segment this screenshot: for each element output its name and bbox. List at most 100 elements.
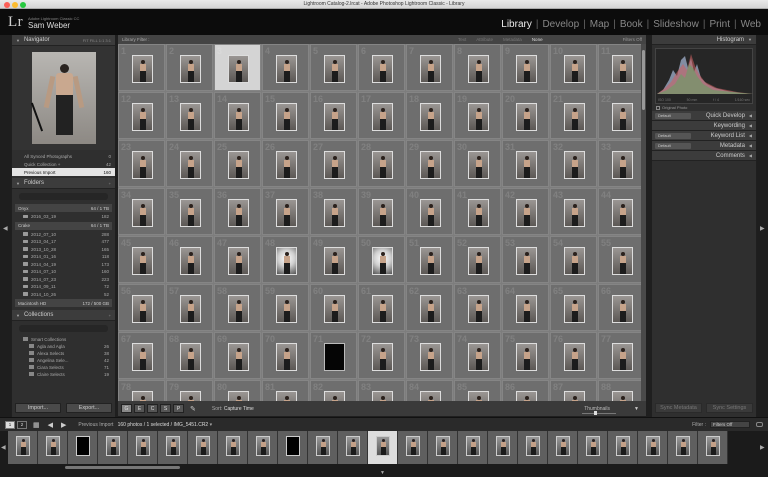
grid-cell[interactable]: 80	[214, 380, 261, 401]
photo-thumbnail[interactable]	[516, 151, 537, 179]
filmstrip-source[interactable]: Previous Import 160 photos / 1 selected …	[78, 422, 212, 428]
photo-thumbnail[interactable]	[516, 343, 537, 371]
back-arrow-icon[interactable]: ◀	[48, 421, 53, 429]
filmstrip-thumbnail[interactable]	[316, 436, 330, 456]
module-map[interactable]: Map	[587, 19, 612, 30]
filmstrip-thumbnail[interactable]	[346, 436, 360, 456]
grid-cell[interactable]: 81	[262, 380, 309, 401]
add-collection-icon[interactable]: +	[109, 313, 111, 318]
photo-thumbnail[interactable]	[228, 295, 249, 323]
preset-select[interactable]: Default	[655, 133, 691, 139]
photo-thumbnail[interactable]	[228, 391, 249, 401]
filters-off-select[interactable]: Filters Off	[623, 37, 642, 42]
filter-option-none[interactable]: None	[532, 37, 543, 42]
grid-cell[interactable]: 16	[310, 92, 357, 139]
folder-item[interactable]: 2014_07_10 160	[15, 268, 112, 276]
grid-view-icon[interactable]: ▦	[33, 421, 40, 429]
filmstrip-cell[interactable]	[158, 431, 188, 464]
grid-cell[interactable]: 32	[550, 140, 597, 187]
photo-thumbnail[interactable]	[372, 103, 393, 131]
photo-thumbnail[interactable]	[324, 151, 345, 179]
filmstrip-left-arrow-icon[interactable]: ◀	[1, 444, 6, 451]
folders-header[interactable]: ▼ Folders +	[12, 178, 115, 189]
filmstrip-cell[interactable]	[488, 431, 518, 464]
filmstrip-cell[interactable]	[68, 431, 98, 464]
original-photo-checkbox[interactable]: Original Photo	[652, 104, 756, 111]
grid-cell[interactable]: 77	[598, 332, 645, 379]
photo-thumbnail[interactable]	[132, 295, 153, 323]
grid-cell[interactable]: 43	[550, 188, 597, 235]
grid-cell[interactable]: 45	[118, 236, 165, 283]
grid-cell[interactable]: 24	[166, 140, 213, 187]
collection-item[interactable]: Angelina Sele... 42	[15, 357, 112, 364]
photo-thumbnail[interactable]	[324, 343, 345, 371]
photo-thumbnail[interactable]	[564, 151, 585, 179]
grid-cell[interactable]: 66	[598, 284, 645, 331]
folder-item[interactable]: 2014_04_19 173	[15, 261, 112, 269]
grid-cell[interactable]: 18	[406, 92, 453, 139]
photo-thumbnail[interactable]	[276, 295, 297, 323]
photo-thumbnail[interactable]	[516, 199, 537, 227]
grid-cell[interactable]: 4	[262, 44, 309, 91]
filmstrip-thumbnail[interactable]	[76, 436, 90, 456]
filmstrip-cell[interactable]	[308, 431, 338, 464]
filmstrip-cell[interactable]	[248, 431, 278, 464]
collections-header[interactable]: ▼ Collections +	[12, 310, 115, 321]
volume-header[interactable]: Onyx 64 / 1 TB	[15, 204, 112, 212]
grid-cell[interactable]: 50	[358, 236, 405, 283]
filter-toggle[interactable]	[756, 422, 763, 427]
filmstrip-scrollbar[interactable]	[65, 466, 180, 469]
grid-cell[interactable]: 74	[454, 332, 501, 379]
filmstrip-thumbnail[interactable]	[196, 436, 210, 456]
grid-cell[interactable]: 39	[358, 188, 405, 235]
folder-item[interactable]: 2014_09_11 72	[15, 283, 112, 291]
photo-thumbnail[interactable]	[228, 151, 249, 179]
import-button[interactable]: Import...	[15, 403, 61, 413]
filmstrip-thumbnail[interactable]	[46, 436, 60, 456]
grid-cell[interactable]: 75	[502, 332, 549, 379]
filmstrip-thumbnail[interactable]	[646, 436, 660, 456]
filmstrip-thumbnail[interactable]	[256, 436, 270, 456]
photo-thumbnail[interactable]	[324, 295, 345, 323]
photo-thumbnail[interactable]	[372, 247, 393, 275]
photo-thumbnail[interactable]	[324, 55, 345, 83]
filmstrip-cell[interactable]	[218, 431, 248, 464]
grid-cell[interactable]: 55	[598, 236, 645, 283]
grid-cell[interactable]: 78	[118, 380, 165, 401]
grid-cell[interactable]: 59	[262, 284, 309, 331]
grid-cell[interactable]: 34	[118, 188, 165, 235]
photo-thumbnail[interactable]	[180, 103, 201, 131]
folder-item[interactable]: 2013_04_17 477	[15, 238, 112, 246]
grid-cell[interactable]: 22	[598, 92, 645, 139]
photo-thumbnail[interactable]	[276, 391, 297, 401]
photo-thumbnail[interactable]	[276, 247, 297, 275]
volume-header[interactable]: Macintosh HD 172 / 500 GB	[15, 299, 112, 307]
grid-cell[interactable]: 5	[310, 44, 357, 91]
grid-cell[interactable]: 8	[454, 44, 501, 91]
photo-thumbnail[interactable]	[372, 391, 393, 401]
filter-option-metadata[interactable]: Metadata	[503, 37, 522, 42]
grid-cell[interactable]: 61	[358, 284, 405, 331]
grid-cell[interactable]: 51	[406, 236, 453, 283]
grid-view-button[interactable]: G	[121, 404, 132, 413]
grid-cell[interactable]: 69	[214, 332, 261, 379]
navigator-zoom-options[interactable]: FIT FILL 1:1 3:1	[83, 38, 111, 43]
filmstrip-thumbnail[interactable]	[226, 436, 240, 456]
add-folder-icon[interactable]: +	[109, 181, 111, 186]
screen-1-button[interactable]: 1	[5, 420, 15, 429]
grid-cell[interactable]: 82	[310, 380, 357, 401]
filmstrip-cell[interactable]	[128, 431, 158, 464]
filmstrip-cell[interactable]	[548, 431, 578, 464]
grid-cell[interactable]: 38	[310, 188, 357, 235]
photo-thumbnail[interactable]	[468, 103, 489, 131]
compare-view-button[interactable]: C	[147, 404, 158, 413]
filmstrip-thumbnail[interactable]	[466, 436, 480, 456]
collection-item[interactable]: Ciara Selects 71	[15, 364, 112, 371]
filmstrip-thumbnail[interactable]	[166, 436, 180, 456]
filmstrip-cell[interactable]	[608, 431, 638, 464]
filmstrip-thumbnail[interactable]	[676, 436, 690, 456]
grid-cell[interactable]: 67	[118, 332, 165, 379]
grid-cell[interactable]: 53	[502, 236, 549, 283]
photo-thumbnail[interactable]	[468, 295, 489, 323]
filmstrip-thumbnail[interactable]	[496, 436, 510, 456]
